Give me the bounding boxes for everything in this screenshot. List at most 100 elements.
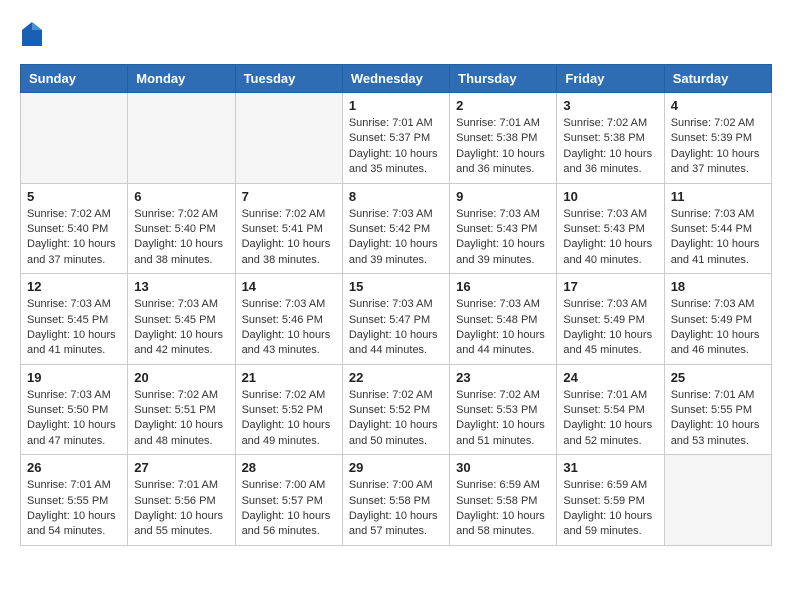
day-info: Sunrise: 7:01 AMSunset: 5:55 PMDaylight:… (671, 388, 765, 450)
week-row-2: 5 Sunrise: 7:02 AMSunset: 5:40 PMDaylight… (21, 183, 772, 274)
day-info: Sunrise: 7:01 AMSunset: 5:56 PMDaylight:… (134, 478, 228, 540)
calendar-cell: 3Sunrise: 7:02 AMSunset: 5:38 PMDaylight… (557, 93, 664, 184)
calendar-cell: 16 Sunrise: 7:03 AMSunset: 5:48 PMDayligh… (450, 274, 557, 365)
calendar-cell: 17Sunrise: 7:03 AMSunset: 5:49 PMDayligh… (557, 274, 664, 365)
day-info: Sunrise: 7:03 AMSunset: 5:49 PMDaylight:… (671, 297, 765, 359)
day-header-sunday: Sunday (21, 65, 128, 93)
calendar-cell: 1 Sunrise: 7:01 AMSunset: 5:37 PMDaylight… (342, 93, 449, 184)
day-number: 18 (671, 279, 765, 294)
calendar-table: SundayMondayTuesdayWednesdayThursdayFrid… (20, 64, 772, 546)
page-header (20, 20, 772, 48)
day-info: Sunrise: 7:03 AMSunset: 5:46 PMDaylight:… (242, 297, 336, 359)
day-number: 10 (563, 189, 657, 204)
day-number: 15 (349, 279, 443, 294)
day-info: Sunrise: 7:02 AMSunset: 5:53 PMDaylight:… (456, 388, 550, 450)
calendar-cell: 12Sunrise: 7:03 AMSunset: 5:45 PMDayligh… (21, 274, 128, 365)
day-number: 6 (134, 189, 228, 204)
calendar-cell: 21 Sunrise: 7:02 AMSunset: 5:52 PMDayligh… (235, 364, 342, 455)
calendar-header-row: SundayMondayTuesdayWednesdayThursdayFrid… (21, 65, 772, 93)
day-info: Sunrise: 7:03 AMSunset: 5:45 PMDaylight:… (134, 297, 228, 359)
calendar-cell: 13 Sunrise: 7:03 AMSunset: 5:45 PMDayligh… (128, 274, 235, 365)
calendar-cell: 9 Sunrise: 7:03 AMSunset: 5:43 PMDaylight… (450, 183, 557, 274)
calendar-cell (128, 93, 235, 184)
calendar-cell: 2 Sunrise: 7:01 AMSunset: 5:38 PMDaylight… (450, 93, 557, 184)
calendar-cell: 24 Sunrise: 7:01 AMSunset: 5:54 PMDayligh… (557, 364, 664, 455)
day-number: 2 (456, 98, 550, 113)
calendar-cell: 28 Sunrise: 7:00 AMSunset: 5:57 PMDayligh… (235, 455, 342, 546)
day-info: Sunrise: 7:03 AMSunset: 5:47 PMDaylight:… (349, 297, 443, 359)
day-number: 25 (671, 370, 765, 385)
day-info: Sunrise: 7:01 AMSunset: 5:55 PMDaylight:… (27, 478, 121, 540)
day-number: 22 (349, 370, 443, 385)
day-info: Sunrise: 7:01 AMSunset: 5:37 PMDaylight:… (349, 116, 443, 178)
day-header-friday: Friday (557, 65, 664, 93)
calendar-cell: 25 Sunrise: 7:01 AMSunset: 5:55 PMDayligh… (664, 364, 771, 455)
day-header-tuesday: Tuesday (235, 65, 342, 93)
day-number: 4 (671, 98, 765, 113)
day-number: 24 (563, 370, 657, 385)
day-number: 29 (349, 460, 443, 475)
calendar-cell: 14 Sunrise: 7:03 AMSunset: 5:46 PMDayligh… (235, 274, 342, 365)
day-info: Sunrise: 7:03 AMSunset: 5:42 PMDaylight:… (349, 207, 443, 269)
day-info: Sunrise: 7:03 AMSunset: 5:43 PMDaylight:… (563, 207, 657, 269)
day-info: Sunrise: 7:00 AMSunset: 5:58 PMDaylight:… (349, 478, 443, 540)
day-number: 20 (134, 370, 228, 385)
calendar-cell: 26Sunrise: 7:01 AMSunset: 5:55 PMDayligh… (21, 455, 128, 546)
week-row-1: 1 Sunrise: 7:01 AMSunset: 5:37 PMDaylight… (21, 93, 772, 184)
day-number: 9 (456, 189, 550, 204)
day-number: 8 (349, 189, 443, 204)
logo (20, 20, 48, 48)
calendar-cell: 30Sunrise: 6:59 AMSunset: 5:58 PMDayligh… (450, 455, 557, 546)
day-header-monday: Monday (128, 65, 235, 93)
day-info: Sunrise: 7:01 AMSunset: 5:38 PMDaylight:… (456, 116, 550, 178)
day-number: 13 (134, 279, 228, 294)
week-row-5: 26Sunrise: 7:01 AMSunset: 5:55 PMDayligh… (21, 455, 772, 546)
day-number: 23 (456, 370, 550, 385)
day-number: 31 (563, 460, 657, 475)
day-number: 7 (242, 189, 336, 204)
day-header-wednesday: Wednesday (342, 65, 449, 93)
day-info: Sunrise: 7:03 AMSunset: 5:50 PMDaylight:… (27, 388, 121, 450)
day-info: Sunrise: 7:03 AMSunset: 5:45 PMDaylight:… (27, 297, 121, 359)
day-info: Sunrise: 7:02 AMSunset: 5:40 PMDaylight:… (27, 207, 121, 269)
calendar-cell: 15 Sunrise: 7:03 AMSunset: 5:47 PMDayligh… (342, 274, 449, 365)
day-info: Sunrise: 7:00 AMSunset: 5:57 PMDaylight:… (242, 478, 336, 540)
day-info: Sunrise: 7:02 AMSunset: 5:51 PMDaylight:… (134, 388, 228, 450)
calendar-cell (664, 455, 771, 546)
day-number: 30 (456, 460, 550, 475)
day-number: 1 (349, 98, 443, 113)
day-info: Sunrise: 7:03 AMSunset: 5:44 PMDaylight:… (671, 207, 765, 269)
day-info: Sunrise: 7:02 AMSunset: 5:39 PMDaylight:… (671, 116, 765, 178)
calendar-cell: 31Sunrise: 6:59 AMSunset: 5:59 PMDayligh… (557, 455, 664, 546)
calendar-cell: 11Sunrise: 7:03 AMSunset: 5:44 PMDayligh… (664, 183, 771, 274)
day-number: 27 (134, 460, 228, 475)
calendar-cell: 20 Sunrise: 7:02 AMSunset: 5:51 PMDayligh… (128, 364, 235, 455)
day-number: 19 (27, 370, 121, 385)
calendar-cell: 22 Sunrise: 7:02 AMSunset: 5:52 PMDayligh… (342, 364, 449, 455)
day-number: 14 (242, 279, 336, 294)
day-number: 3 (563, 98, 657, 113)
day-number: 21 (242, 370, 336, 385)
calendar-cell: 7Sunrise: 7:02 AMSunset: 5:41 PMDaylight… (235, 183, 342, 274)
week-row-3: 12Sunrise: 7:03 AMSunset: 5:45 PMDayligh… (21, 274, 772, 365)
calendar-cell: 8 Sunrise: 7:03 AMSunset: 5:42 PMDaylight… (342, 183, 449, 274)
calendar-cell (21, 93, 128, 184)
calendar-cell: 18 Sunrise: 7:03 AMSunset: 5:49 PMDayligh… (664, 274, 771, 365)
calendar-cell (235, 93, 342, 184)
day-info: Sunrise: 7:02 AMSunset: 5:52 PMDaylight:… (349, 388, 443, 450)
day-info: Sunrise: 7:03 AMSunset: 5:43 PMDaylight:… (456, 207, 550, 269)
day-info: Sunrise: 7:01 AMSunset: 5:54 PMDaylight:… (563, 388, 657, 450)
day-number: 5 (27, 189, 121, 204)
calendar-cell: 6 Sunrise: 7:02 AMSunset: 5:40 PMDaylight… (128, 183, 235, 274)
calendar-cell: 29 Sunrise: 7:00 AMSunset: 5:58 PMDayligh… (342, 455, 449, 546)
day-info: Sunrise: 7:03 AMSunset: 5:49 PMDaylight:… (563, 297, 657, 359)
day-number: 16 (456, 279, 550, 294)
calendar-cell: 10 Sunrise: 7:03 AMSunset: 5:43 PMDayligh… (557, 183, 664, 274)
day-info: Sunrise: 7:03 AMSunset: 5:48 PMDaylight:… (456, 297, 550, 359)
day-info: Sunrise: 7:02 AMSunset: 5:40 PMDaylight:… (134, 207, 228, 269)
day-info: Sunrise: 7:02 AMSunset: 5:52 PMDaylight:… (242, 388, 336, 450)
day-number: 28 (242, 460, 336, 475)
day-header-thursday: Thursday (450, 65, 557, 93)
calendar-cell: 19 Sunrise: 7:03 AMSunset: 5:50 PMDayligh… (21, 364, 128, 455)
day-header-saturday: Saturday (664, 65, 771, 93)
